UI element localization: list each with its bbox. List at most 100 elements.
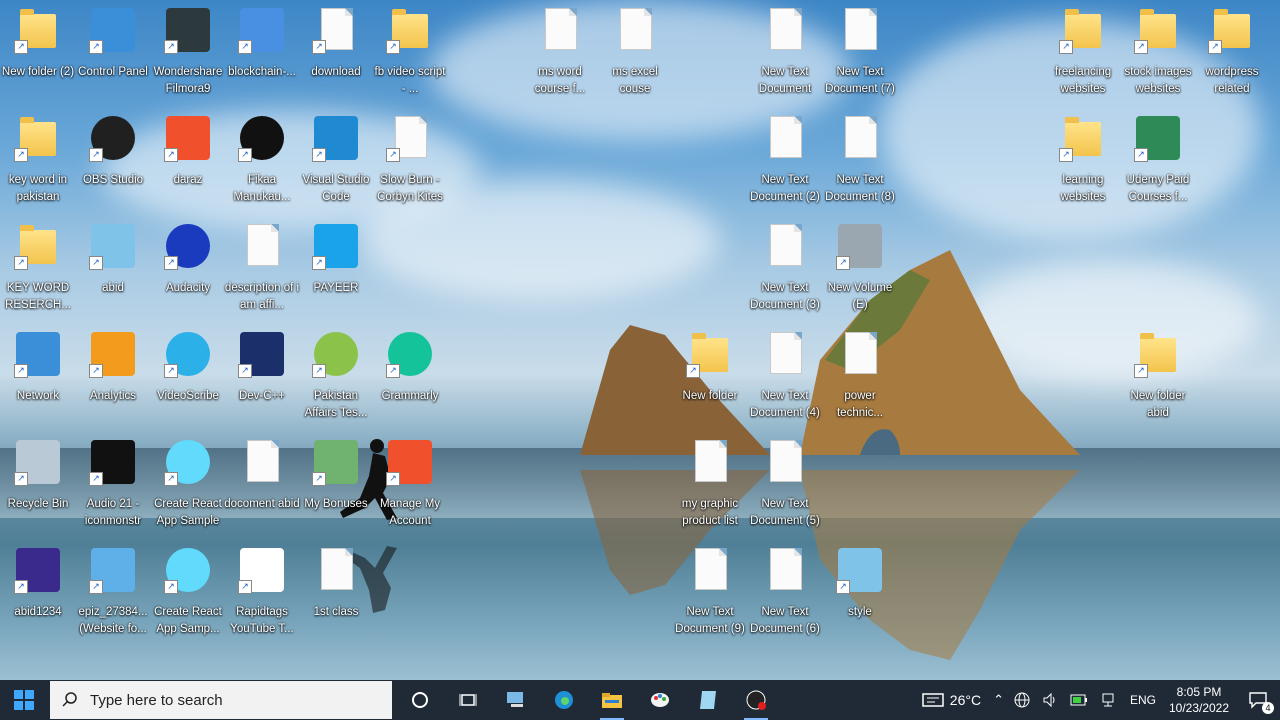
desktop-icon[interactable]: ↗ Visual Studio Code	[298, 112, 374, 216]
desktop-icon[interactable]: ↗ Control Panel	[75, 4, 151, 108]
desktop-icon[interactable]: ↗ Manage My Account	[372, 436, 448, 540]
desktop-icon-label: New Text Document	[758, 66, 812, 95]
shortcut-arrow-icon: ↗	[312, 364, 326, 378]
desktop-icon[interactable]: ↗ Pakistan Affairs Tes...	[298, 328, 374, 432]
desktop-icon[interactable]: New Text Document (2)	[747, 112, 823, 216]
show-hidden-icons-button[interactable]: ⌃	[993, 692, 1004, 708]
desktop-icon[interactable]: ↗ Dev-C++	[224, 328, 300, 432]
desktop-icon[interactable]: ↗ KEY WORD RESERCH...	[0, 220, 76, 324]
desktop-icon-label: New Text Document (4)	[750, 390, 820, 419]
shortcut-arrow-icon: ↗	[164, 40, 178, 54]
desktop-icon[interactable]: ↗ New folder (2)	[0, 4, 76, 108]
desktop-icon[interactable]: ms excel couse	[597, 4, 673, 108]
desktop-icon[interactable]: ↗ style	[822, 544, 898, 648]
react-icon: ↗	[164, 438, 212, 486]
language-globe-button[interactable]	[1014, 692, 1030, 708]
desktop-icon[interactable]: New Text Document (9)	[672, 544, 748, 648]
battery-button[interactable]	[1070, 694, 1088, 706]
desktop-icon[interactable]: ↗ epiz_27384... (Website fo...	[75, 544, 151, 648]
desktop-icon[interactable]: power technic...	[822, 328, 898, 432]
desktop-icon[interactable]: ↗ New folder abid	[1120, 328, 1196, 432]
desktop-icon[interactable]: New Text Document (8)	[822, 112, 898, 216]
desktop-icon[interactable]: New Text Document (7)	[822, 4, 898, 108]
desktop-icon[interactable]: ↗ Rapidtags YouTube T...	[224, 544, 300, 648]
text-document-icon	[761, 6, 809, 54]
desktop-icon[interactable]: ↗ Grammarly	[372, 328, 448, 432]
desktop-icon[interactable]: ↗ New folder	[672, 328, 748, 432]
desktop-icon[interactable]: ↗ freelancing websites	[1045, 4, 1121, 108]
shortcut-arrow-icon: ↗	[386, 40, 400, 54]
desktop-icon[interactable]: docoment abid	[224, 436, 300, 540]
desktop-icon[interactable]: New Text Document (5)	[747, 436, 823, 540]
desktop-icon[interactable]: ↗ Audio 21 - iconmonstr	[75, 436, 151, 540]
network-tray-button[interactable]	[1100, 692, 1116, 708]
desktop-icon-label: New folder	[682, 390, 738, 402]
desktop-icon[interactable]: New Text Document	[747, 4, 823, 108]
desktop-icon[interactable]: ↗ download	[298, 4, 374, 108]
desktop-icon[interactable]: ↗ abid1234	[0, 544, 76, 648]
desktop-icon-label: New Text Document (3)	[750, 282, 820, 311]
desktop-icon[interactable]: ↗ blockchain-...	[224, 4, 300, 108]
taskbar-notepad[interactable]	[684, 680, 732, 720]
taskbar-edge[interactable]	[540, 680, 588, 720]
start-button[interactable]	[0, 680, 48, 720]
desktop-icon[interactable]: New Text Document (6)	[747, 544, 823, 648]
taskbar-obs-studio[interactable]	[732, 680, 780, 720]
text-document-icon	[836, 330, 884, 378]
text-document-icon	[836, 114, 884, 162]
desktop-icon[interactable]: ↗ Audacity	[150, 220, 226, 324]
desktop-icon-label: New folder (2)	[1, 66, 75, 78]
weather-widget[interactable]: 26°C	[922, 692, 981, 708]
desktop-icon[interactable]: ↗ fb video script - ...	[372, 4, 448, 108]
desktop-icon[interactable]: ↗ Recycle Bin	[0, 436, 76, 540]
desktop-icon[interactable]: ↗ wordpress related	[1194, 4, 1270, 108]
desktop-icon[interactable]: ↗ key word in pakistan	[0, 112, 76, 216]
desktop-icon[interactable]: ↗ Slow Burn - Corbyn Kites	[372, 112, 448, 216]
network-tray-icon	[1102, 693, 1114, 707]
text-document-icon	[611, 6, 659, 54]
desktop-icon[interactable]: ↗ Network	[0, 328, 76, 432]
taskbar-search-box[interactable]: Type here to search	[50, 681, 392, 719]
desktop-icon[interactable]: ↗ Create React App Sample	[150, 436, 226, 540]
music-file-icon: ↗	[386, 114, 434, 162]
desktop-icon[interactable]: ↗ Udemy Paid Courses f...	[1120, 112, 1196, 216]
desktop-icon[interactable]: ↗ learning websites	[1045, 112, 1121, 216]
desktop-icon-label: Create React App Samp...	[154, 606, 222, 635]
desktop-icon[interactable]: New Text Document (3)	[747, 220, 823, 324]
payeer-icon: ↗	[312, 222, 360, 270]
clock[interactable]: 8:05 PM 10/23/2022	[1162, 684, 1236, 716]
shortcut-arrow-icon: ↗	[164, 472, 178, 486]
desktop-icon[interactable]: ↗ Create React App Samp...	[150, 544, 226, 648]
desktop-icon-label: Network	[16, 390, 60, 402]
task-view-button[interactable]	[444, 680, 492, 720]
input-language[interactable]: ENG	[1130, 693, 1156, 707]
cortana-button[interactable]	[396, 680, 444, 720]
desktop-icon[interactable]: ms word course f...	[522, 4, 598, 108]
shortcut-arrow-icon: ↗	[312, 256, 326, 270]
desktop-icon[interactable]: ↗ New Volume (E)	[822, 220, 898, 324]
taskbar-file-explorer[interactable]	[588, 680, 636, 720]
text-document-icon	[238, 222, 286, 270]
desktop-icon-label: power technic...	[836, 390, 884, 419]
desktop-icon[interactable]: 1st class	[298, 544, 374, 648]
desktop-icon[interactable]: ↗ daraz	[150, 112, 226, 216]
desktop-icon[interactable]: ↗ PAYEER	[298, 220, 374, 324]
desktop-icon[interactable]: my graphic product list	[672, 436, 748, 540]
desktop-icon[interactable]: ↗ stock images websites	[1120, 4, 1196, 108]
volume-button[interactable]	[1042, 692, 1058, 708]
desktop-icon[interactable]: ↗ My Bonuses	[298, 436, 374, 540]
desktop-icon[interactable]: ↗ VideoScribe	[150, 328, 226, 432]
desktop-icon[interactable]: ↗ Fikaa Manukau...	[224, 112, 300, 216]
shortcut-arrow-icon: ↗	[14, 40, 28, 54]
desktop-icon[interactable]: New Text Document (4)	[747, 328, 823, 432]
desktop-icon-label: fb video script - ...	[374, 66, 446, 95]
desktop-icon[interactable]: ↗ OBS Studio	[75, 112, 151, 216]
taskbar-network-app[interactable]	[492, 680, 540, 720]
desktop-icon[interactable]: ↗ Wondershare Filmora9	[150, 4, 226, 108]
action-center-button[interactable]: 4	[1236, 680, 1280, 720]
taskbar-paint-app[interactable]	[636, 680, 684, 720]
desktop-icon[interactable]: description of i am affi...	[224, 220, 300, 324]
desktop-icon[interactable]: ↗ abid	[75, 220, 151, 324]
desktop-icon[interactable]: ↗ Analytics	[75, 328, 151, 432]
desktop-icon-label: description of i am affi...	[224, 282, 300, 311]
